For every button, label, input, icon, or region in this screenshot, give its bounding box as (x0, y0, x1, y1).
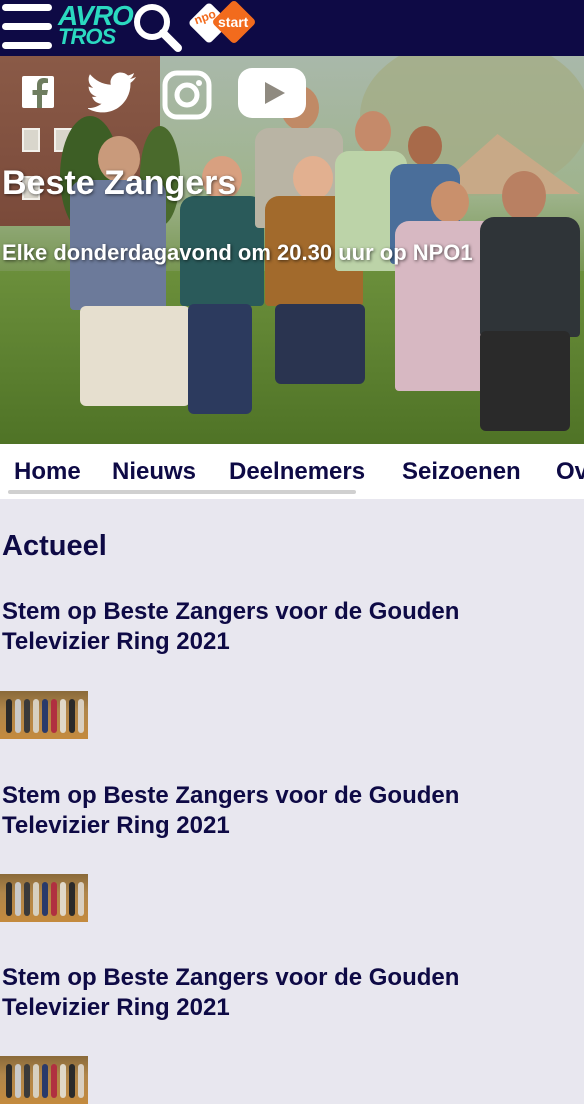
nav-item-deelnemers[interactable]: Deelnemers (229, 458, 365, 486)
news-article: Stem op Beste Zangers voor de Gouden Tel… (0, 781, 584, 841)
menu-icon[interactable] (2, 4, 54, 50)
nav-item-nieuws[interactable]: Nieuws (112, 458, 196, 486)
facebook-icon[interactable] (20, 70, 56, 119)
nav-item-seizoenen[interactable]: Seizoenen (402, 458, 521, 486)
main-nav: Home Nieuws Deelnemers Seizoenen Ov (0, 444, 584, 499)
avrotros-logo[interactable]: AVRO TROS (58, 0, 134, 52)
instagram-icon[interactable] (162, 70, 212, 125)
news-article: Stem op Beste Zangers voor de Gouden Tel… (0, 963, 584, 1023)
article-title[interactable]: Stem op Beste Zangers voor de Gouden Tel… (0, 597, 562, 657)
twitter-icon[interactable] (86, 70, 138, 119)
section-title: Actueel (2, 530, 107, 562)
news-article: Stem op Beste Zangers voor de Gouden Tel… (0, 597, 584, 657)
nav-item-overflow[interactable]: Ov (556, 458, 584, 486)
article-thumbnail[interactable] (0, 691, 88, 739)
youtube-icon[interactable] (236, 66, 308, 125)
search-icon[interactable] (132, 2, 184, 52)
npo-start-logo[interactable]: npo start (187, 0, 262, 52)
top-bar: AVRO TROS npo start (0, 0, 584, 56)
article-title[interactable]: Stem op Beste Zangers voor de Gouden Tel… (0, 781, 562, 841)
article-title[interactable]: Stem op Beste Zangers voor de Gouden Tel… (0, 963, 562, 1023)
page-title: Beste Zangers (2, 164, 237, 202)
article-thumbnail[interactable] (0, 1056, 88, 1104)
nav-scrollbar[interactable] (8, 490, 356, 494)
article-thumbnail[interactable] (0, 874, 88, 922)
hero-banner: Beste Zangers Elke donderdagavond om 20.… (0, 56, 584, 444)
broadcast-time-subtitle: Elke donderdagavond om 20.30 uur op NPO1 (2, 240, 473, 265)
nav-item-home[interactable]: Home (14, 458, 81, 486)
